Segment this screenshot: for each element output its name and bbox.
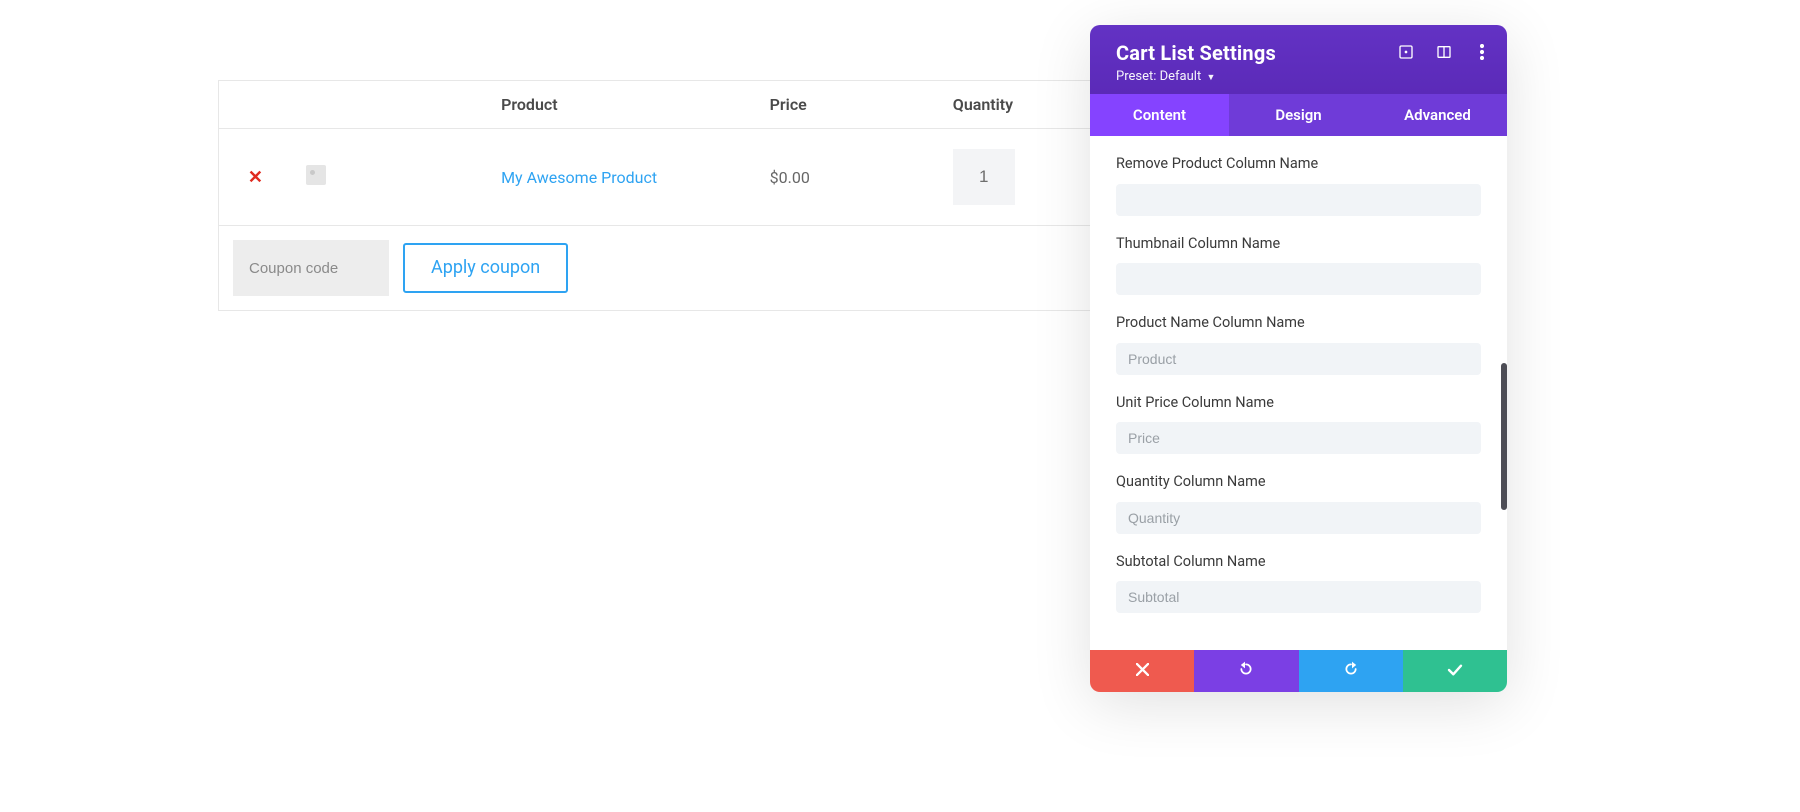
- preset-label: Preset: Default: [1116, 69, 1201, 84]
- cart-table: Product Price Quantity ✕ My Awesome Prod…: [218, 80, 1098, 311]
- redo-icon: [1343, 661, 1359, 681]
- coupon-row: Apply coupon: [219, 226, 1098, 311]
- remove-item-button[interactable]: ✕: [248, 167, 263, 188]
- cart-row: ✕ My Awesome Product $0.00: [219, 129, 1098, 226]
- redo-button[interactable]: [1299, 650, 1403, 692]
- panel-tabs: Content Design Advanced: [1090, 94, 1507, 136]
- field-remove-col: Remove Product Column Name: [1116, 154, 1481, 216]
- field-label: Unit Price Column Name: [1116, 393, 1481, 413]
- chevron-down-icon: ▼: [1206, 73, 1215, 83]
- tab-content[interactable]: Content: [1090, 94, 1229, 136]
- columns-icon[interactable]: [1435, 43, 1453, 61]
- undo-button[interactable]: [1194, 650, 1298, 692]
- product-name-link[interactable]: My Awesome Product: [501, 168, 657, 187]
- thumb-col-input[interactable]: [1116, 263, 1481, 295]
- tab-advanced[interactable]: Advanced: [1368, 94, 1507, 136]
- cart-table-wrap: Product Price Quantity ✕ My Awesome Prod…: [218, 80, 1098, 311]
- apply-coupon-button[interactable]: Apply coupon: [403, 243, 568, 293]
- product-thumbnail-placeholder: [306, 165, 326, 185]
- field-subtotal-col: Subtotal Column Name: [1116, 552, 1481, 614]
- panel-body[interactable]: Remove Product Column Name Thumbnail Col…: [1090, 136, 1507, 650]
- expand-icon[interactable]: [1397, 43, 1415, 61]
- preset-dropdown[interactable]: Preset: Default ▼: [1116, 69, 1485, 84]
- col-header-product: Product: [487, 81, 756, 129]
- product-col-input[interactable]: [1116, 343, 1481, 375]
- field-label: Quantity Column Name: [1116, 472, 1481, 492]
- panel-header-icons: [1397, 43, 1491, 61]
- undo-icon: [1238, 661, 1254, 681]
- more-options-icon[interactable]: [1473, 43, 1491, 61]
- field-thumb-col: Thumbnail Column Name: [1116, 234, 1481, 296]
- cancel-button[interactable]: [1090, 650, 1194, 692]
- price-col-input[interactable]: [1116, 422, 1481, 454]
- subtotal-col-input[interactable]: [1116, 581, 1481, 613]
- field-price-col: Unit Price Column Name: [1116, 393, 1481, 455]
- col-header-thumb: [292, 81, 487, 129]
- col-header-remove: [219, 81, 292, 129]
- check-icon: [1447, 662, 1463, 680]
- tab-design[interactable]: Design: [1229, 94, 1368, 136]
- scrollbar-thumb[interactable]: [1501, 363, 1507, 510]
- col-header-quantity: Quantity: [939, 81, 1098, 129]
- field-label: Thumbnail Column Name: [1116, 234, 1481, 254]
- coupon-code-input[interactable]: [233, 240, 389, 296]
- panel-header: Cart List Settings Preset: Default ▼: [1090, 25, 1507, 94]
- field-qty-col: Quantity Column Name: [1116, 472, 1481, 534]
- col-header-price: Price: [756, 81, 939, 129]
- field-label: Subtotal Column Name: [1116, 552, 1481, 572]
- product-price: $0.00: [756, 129, 939, 226]
- qty-col-input[interactable]: [1116, 502, 1481, 534]
- quantity-input[interactable]: [953, 149, 1015, 205]
- save-button[interactable]: [1403, 650, 1507, 692]
- close-icon: [1136, 662, 1149, 680]
- panel-footer: [1090, 650, 1507, 692]
- field-label: Product Name Column Name: [1116, 313, 1481, 333]
- remove-col-input[interactable]: [1116, 184, 1481, 216]
- field-label: Remove Product Column Name: [1116, 154, 1481, 174]
- field-product-col: Product Name Column Name: [1116, 313, 1481, 375]
- settings-panel: Cart List Settings Preset: Default ▼ Con…: [1090, 25, 1507, 692]
